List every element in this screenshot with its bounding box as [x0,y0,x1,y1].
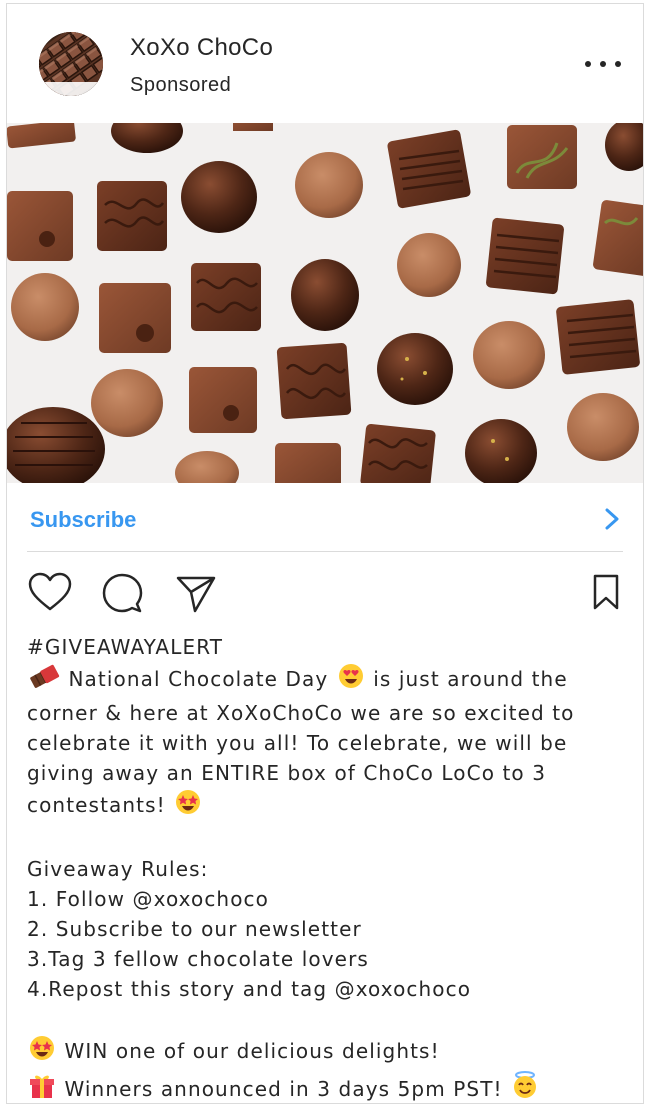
post-header: XoXo ChoCo Sponsored [7,4,643,123]
caption-text: WIN one of our delicious delights! [64,1039,440,1063]
caption-text: National Chocolate Day [68,667,329,691]
chevron-right-icon [601,507,623,531]
caption-line: giving away an ENTIRE box of ChoCo LoCo … [27,761,547,785]
caption-text: is just around the [373,667,568,691]
star-struck-emoji-icon [173,788,203,824]
heart-eyes-emoji-icon [336,662,366,698]
account-name[interactable]: XoXo ChoCo [130,34,273,62]
halo-emoji-icon [510,1070,540,1108]
hashtag[interactable]: #GIVEAWAYALERT [27,632,627,662]
caption-line: WIN one of our delicious delights! [27,1034,627,1070]
comment-icon[interactable] [101,572,143,619]
chocolate-bar-icon [27,664,61,698]
subscribe-label: Subscribe [30,507,137,532]
caption-line: corner & here at XoXoChoCo we are so exc… [27,701,575,725]
caption-line: contestants! [27,788,627,824]
post-caption: #GIVEAWAYALERT National Chocolate Day is… [27,632,627,1108]
post-image[interactable] [7,123,643,483]
rule-item: 2. Subscribe to our newsletter [27,917,362,941]
sponsored-label: Sponsored [130,74,232,96]
caption-text: Winners announced in 3 days 5pm PST! [64,1077,503,1101]
rule-item: 3.Tag 3 fellow chocolate lovers [27,947,369,971]
avatar[interactable] [39,32,103,96]
subscribe-cta[interactable]: Subscribe [7,483,643,553]
caption-text: contestants! [27,793,166,817]
rule-item: 4.Repost this story and tag @xoxochoco [27,977,472,1001]
bookmark-icon[interactable] [591,573,621,616]
rule-item: 1. Follow @xoxochoco [27,887,269,911]
gift-icon [27,1072,57,1108]
caption-line: celebrate it with you all! To celebrate,… [27,731,568,755]
post-actions [7,570,643,620]
heart-icon[interactable] [27,572,73,617]
caption-line: Winners announced in 3 days 5pm PST! [27,1070,627,1108]
rules-title: Giveaway Rules: [27,857,209,881]
sponsored-post-card: XoXo ChoCo Sponsored Subscribe #GIVEAWAY… [6,3,644,1104]
caption-line: National Chocolate Day is just around th… [27,662,627,698]
more-options-icon[interactable] [585,56,621,72]
star-struck-emoji-icon [27,1034,57,1070]
send-icon[interactable] [175,574,217,619]
divider [27,551,623,552]
